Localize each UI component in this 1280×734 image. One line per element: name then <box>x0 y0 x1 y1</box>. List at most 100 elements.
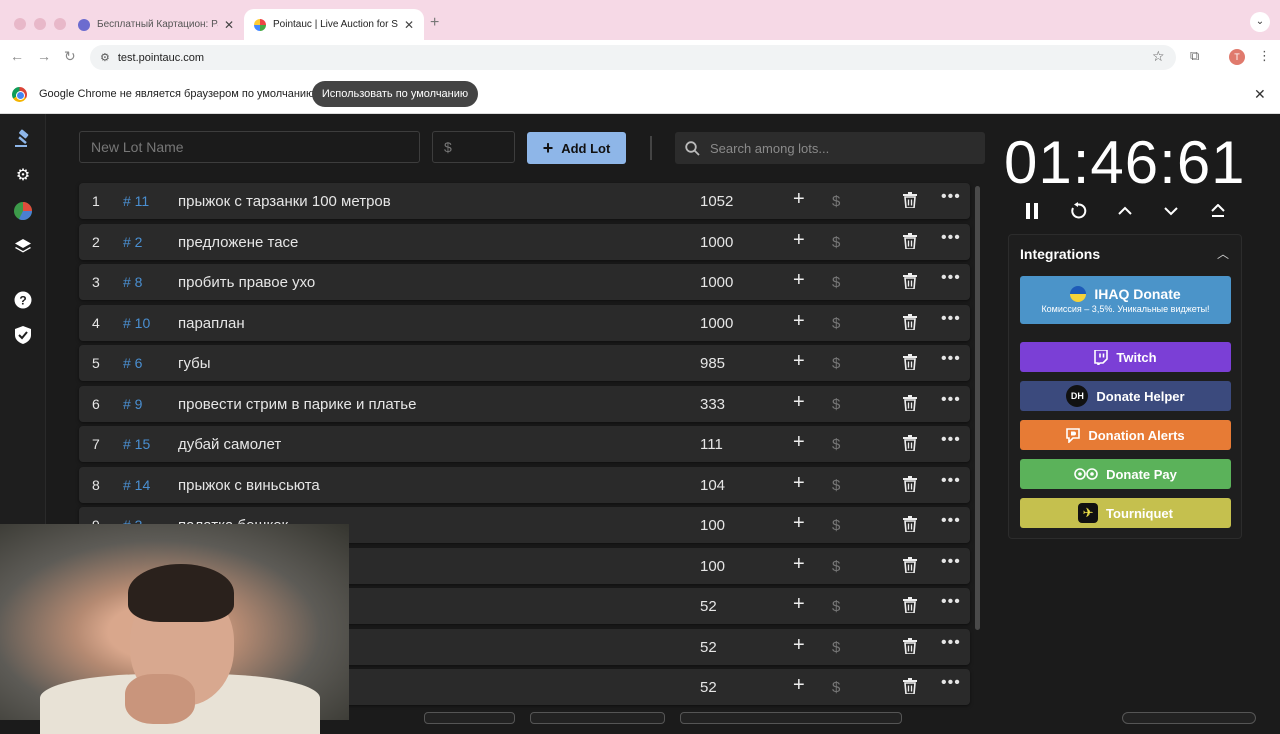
lot-name[interactable]: губы <box>178 355 211 372</box>
extensions-icon[interactable]: ⧉ <box>1190 48 1199 64</box>
lot-row[interactable]: 1 # 11 прыжок с тарзанки 100 метров 1052… <box>79 183 970 219</box>
more-options-icon[interactable]: ••• <box>941 512 961 530</box>
tab-search-chevron-icon[interactable]: ⌄ <box>1250 12 1270 32</box>
lot-amount-input[interactable]: $ <box>432 131 515 163</box>
add-amount-icon[interactable]: + <box>793 553 805 576</box>
dollar-icon[interactable]: $ <box>832 396 840 413</box>
tab-pointauc[interactable]: Pointauc | Live Auction for Str ✕ <box>244 9 424 40</box>
trash-icon[interactable] <box>903 435 917 455</box>
lot-name[interactable]: прыжок с тарзанки 100 метров <box>178 193 391 210</box>
back-arrow-icon[interactable]: ← <box>10 48 24 64</box>
ihaq-donate-button[interactable]: IHAQ Donate Комиссия – 3,5%. Уникальные … <box>1020 276 1231 324</box>
profile-avatar[interactable]: T <box>1229 49 1245 65</box>
add-amount-icon[interactable]: + <box>793 512 805 535</box>
lot-list-scrollbar[interactable] <box>975 186 980 630</box>
reload-icon[interactable]: ↻ <box>64 48 76 65</box>
bottom-control-group[interactable] <box>424 712 515 724</box>
more-options-icon[interactable]: ••• <box>941 310 961 328</box>
more-options-icon[interactable]: ••• <box>941 229 961 247</box>
more-options-icon[interactable]: ••• <box>941 553 961 571</box>
wheel-pie-icon[interactable] <box>12 200 34 222</box>
add-amount-icon[interactable]: + <box>793 269 805 292</box>
lot-name[interactable]: провести стрим в парике и платье <box>178 396 416 413</box>
trash-icon[interactable] <box>903 273 917 293</box>
set-default-button[interactable]: Использовать по умолчанию <box>312 81 478 107</box>
dollar-icon[interactable]: $ <box>832 315 840 332</box>
lot-row[interactable]: 8 # 14 прыжок с виньсьюта 104 + $ ••• <box>79 466 970 503</box>
add-amount-icon[interactable]: + <box>793 310 805 333</box>
chevron-down-icon[interactable] <box>1158 198 1184 224</box>
more-options-icon[interactable]: ••• <box>941 269 961 287</box>
bottom-control-group[interactable] <box>530 712 665 724</box>
add-amount-icon[interactable]: + <box>793 188 805 211</box>
add-amount-icon[interactable]: + <box>793 431 805 454</box>
auction-gavel-icon[interactable] <box>12 128 34 150</box>
bottom-control-group[interactable] <box>1122 712 1256 724</box>
trash-icon[interactable] <box>903 556 917 577</box>
lot-row[interactable]: 3 # 8 пробить правое ухо 1000 + $ ••• <box>79 264 970 300</box>
browser-menu-icon[interactable]: ⋮ <box>1258 48 1271 64</box>
dollar-icon[interactable]: $ <box>832 679 840 696</box>
add-amount-icon[interactable]: + <box>793 350 805 373</box>
shield-check-icon[interactable] <box>12 324 34 346</box>
donate-pay-button[interactable]: Donate Pay <box>1020 459 1231 489</box>
lot-name[interactable]: пробить правое ухо <box>178 274 315 291</box>
site-settings-icon[interactable]: ⚙ <box>100 51 110 64</box>
dollar-icon[interactable]: $ <box>832 639 840 656</box>
add-amount-icon[interactable]: + <box>793 472 805 495</box>
dollar-icon[interactable]: $ <box>832 558 840 575</box>
close-tab-icon[interactable]: ✕ <box>224 18 234 32</box>
add-amount-icon[interactable]: + <box>793 229 805 252</box>
lot-name[interactable]: дубай самолет <box>178 436 281 453</box>
more-options-icon[interactable]: ••• <box>941 188 961 206</box>
pause-icon[interactable] <box>1019 198 1045 224</box>
more-options-icon[interactable]: ••• <box>941 350 961 368</box>
forward-arrow-icon[interactable]: → <box>37 48 51 64</box>
url-field[interactable]: ⚙ test.pointauc.com <box>90 45 1176 70</box>
collapse-chevron-icon[interactable]: ︿ <box>1217 245 1229 262</box>
trash-icon[interactable] <box>903 394 917 415</box>
settings-gear-icon[interactable]: ⚙ <box>12 164 34 186</box>
add-amount-icon[interactable]: + <box>793 634 805 657</box>
close-icon[interactable]: ✕ <box>1254 86 1266 103</box>
bookmark-star-icon[interactable]: ☆ <box>1152 48 1165 65</box>
lot-search-input[interactable]: Search among lots... <box>675 132 985 164</box>
add-amount-icon[interactable]: + <box>793 674 805 697</box>
lot-row[interactable]: 4 # 10 параплан 1000 + $ ••• <box>79 304 970 341</box>
trash-icon[interactable] <box>903 192 917 212</box>
add-amount-icon[interactable]: + <box>793 593 805 616</box>
lot-row[interactable]: 2 # 2 предложене тасе 1000 + $ ••• <box>79 223 970 260</box>
restart-icon[interactable] <box>1065 198 1091 224</box>
trash-icon[interactable] <box>903 232 917 253</box>
donate-helper-button[interactable]: DH Donate Helper <box>1020 381 1231 411</box>
add-amount-icon[interactable]: + <box>793 391 805 414</box>
tourniquet-button[interactable]: ✈ Tourniquet <box>1020 498 1231 528</box>
dollar-icon[interactable]: $ <box>832 193 840 210</box>
more-options-icon[interactable]: ••• <box>941 472 961 490</box>
trash-icon[interactable] <box>903 597 917 617</box>
add-lot-button[interactable]: + Add Lot <box>527 132 626 164</box>
new-tab-button[interactable]: + <box>430 14 439 32</box>
more-options-icon[interactable]: ••• <box>941 593 961 611</box>
twitch-button[interactable]: Twitch <box>1020 342 1231 372</box>
dollar-icon[interactable]: $ <box>832 436 840 453</box>
new-lot-name-input[interactable]: New Lot Name <box>79 131 420 163</box>
more-options-icon[interactable]: ••• <box>941 674 961 692</box>
lot-name[interactable]: предложене тасе <box>178 234 298 251</box>
layers-icon[interactable] <box>12 236 34 258</box>
trash-icon[interactable] <box>903 313 917 334</box>
dollar-icon[interactable]: $ <box>832 517 840 534</box>
dollar-icon[interactable]: $ <box>832 598 840 615</box>
bottom-control-group[interactable] <box>680 712 902 724</box>
more-options-icon[interactable]: ••• <box>941 634 961 652</box>
help-icon[interactable]: ? <box>12 289 34 311</box>
trash-icon[interactable] <box>903 475 917 496</box>
lot-row[interactable]: 6 # 9 провести стрим в парике и платье 3… <box>79 385 970 422</box>
double-chevron-up-icon[interactable] <box>1205 198 1231 224</box>
more-options-icon[interactable]: ••• <box>941 431 961 449</box>
lot-row[interactable]: 7 # 15 дубай самолет 111 + $ ••• <box>79 426 970 462</box>
dollar-icon[interactable]: $ <box>832 234 840 251</box>
trash-icon[interactable] <box>903 354 917 374</box>
trash-icon[interactable] <box>903 678 917 698</box>
lot-name[interactable]: параплан <box>178 315 245 332</box>
